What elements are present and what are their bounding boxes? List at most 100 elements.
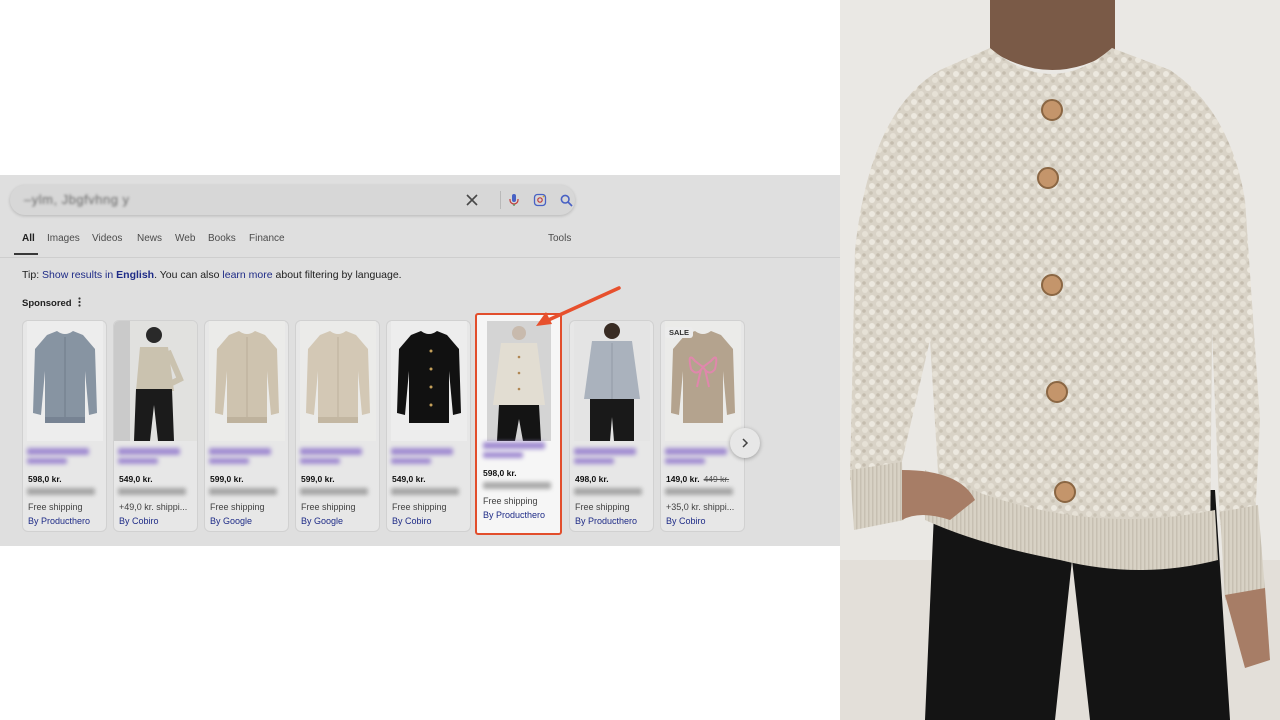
product-title-blurred — [574, 458, 614, 464]
product-card[interactable]: 599,0 kr. Free shipping By Google — [295, 320, 380, 532]
search-query[interactable]: –ylm, Jbgfvhng y — [24, 192, 130, 207]
product-card[interactable]: 549,0 kr. +49,0 kr. shippi... By Cobiro — [113, 320, 198, 532]
learn-more-link[interactable]: learn more — [222, 269, 272, 281]
chevron-right-icon — [742, 438, 749, 448]
product-image[interactable] — [209, 321, 285, 441]
original-price: 449 kr. — [703, 474, 730, 484]
annotation-arrow-icon — [536, 286, 621, 326]
product-provider[interactable]: By Cobiro — [119, 516, 159, 526]
product-title-blurred — [391, 448, 453, 455]
product-price: 598,0 kr. — [28, 474, 62, 484]
product-image[interactable] — [391, 321, 467, 441]
store-name-blurred — [665, 488, 733, 495]
product-title-blurred — [209, 448, 271, 455]
tab-finance[interactable]: Finance — [249, 233, 285, 244]
search-tabs: All Images Videos News Web Books Finance — [22, 233, 582, 255]
store-name-blurred — [27, 488, 95, 495]
product-title-blurred — [574, 448, 636, 455]
tip-middle: . You can also — [154, 269, 223, 281]
search-bar[interactable]: –ylm, Jbgfvhng y — [10, 185, 575, 215]
show-english-text[interactable]: Show results in — [42, 269, 116, 281]
search-divider — [500, 191, 501, 209]
store-name-blurred — [118, 488, 186, 495]
store-name-blurred — [209, 488, 277, 495]
product-title-blurred — [27, 458, 67, 464]
product-title-blurred — [665, 458, 705, 464]
store-name-blurred — [574, 488, 642, 495]
store-name-blurred — [483, 482, 551, 489]
product-price: 599,0 kr. — [301, 474, 335, 484]
product-price: 549,0 kr. — [119, 474, 153, 484]
product-provider[interactable]: By Cobiro — [392, 516, 432, 526]
product-title-blurred — [118, 458, 158, 464]
sponsored-text: Sponsored — [22, 298, 72, 309]
tabs-divider — [0, 257, 840, 258]
product-card[interactable]: 549,0 kr. Free shipping By Cobiro — [386, 320, 471, 532]
product-card[interactable]: SALE 149,0 kr. 449 kr. +35,0 kr. shippi..… — [660, 320, 745, 532]
product-price: 549,0 kr. — [392, 474, 426, 484]
tab-books[interactable]: Books — [208, 233, 236, 244]
tab-all[interactable]: All — [22, 233, 35, 244]
carousel-next-button[interactable] — [730, 428, 760, 458]
product-image[interactable] — [574, 321, 650, 441]
product-image[interactable] — [27, 321, 103, 441]
tab-web[interactable]: Web — [175, 233, 195, 244]
product-card-highlighted[interactable]: 598,0 kr. Free shipping By Producthero — [475, 313, 562, 535]
product-image[interactable] — [114, 321, 197, 441]
product-shipping: Free shipping — [392, 502, 447, 512]
product-provider[interactable]: By Producthero — [483, 510, 545, 520]
product-provider[interactable]: By Cobiro — [666, 516, 706, 526]
product-shipping: Free shipping — [483, 496, 538, 506]
product-image[interactable] — [487, 321, 551, 441]
tab-news[interactable]: News — [137, 233, 162, 244]
store-name-blurred — [300, 488, 368, 495]
product-provider[interactable]: By Google — [301, 516, 343, 526]
tip-prefix: Tip: — [22, 269, 43, 281]
language-tip: Tip: Show results in English. You can al… — [22, 269, 402, 281]
lens-icon[interactable] — [530, 190, 550, 210]
tip-suffix: about filtering by language. — [272, 269, 402, 281]
product-card[interactable]: 498,0 kr. Free shipping By Producthero — [569, 320, 654, 532]
product-shipping: Free shipping — [28, 502, 83, 512]
product-shipping: +35,0 kr. shippi... — [666, 502, 735, 512]
tools-button[interactable]: Tools — [548, 233, 571, 244]
more-options-icon[interactable] — [78, 297, 81, 310]
product-photo — [840, 0, 1280, 720]
active-tab-indicator — [14, 253, 38, 255]
product-title-blurred — [391, 458, 431, 464]
product-card[interactable]: 598,0 kr. Free shipping By Producthero — [22, 320, 107, 532]
product-shipping: Free shipping — [575, 502, 630, 512]
product-price: 498,0 kr. — [575, 474, 609, 484]
product-title-blurred — [118, 448, 180, 455]
clear-icon[interactable] — [462, 190, 482, 210]
google-search-panel: –ylm, Jbgfvhng y All Images Videos News … — [0, 175, 840, 546]
product-price: 149,0 kr. 449 kr. — [666, 474, 729, 484]
product-image[interactable] — [665, 321, 741, 441]
product-price: 599,0 kr. — [210, 474, 244, 484]
sale-price: 149,0 kr. — [666, 474, 700, 484]
product-provider[interactable]: By Producthero — [28, 516, 90, 526]
product-title-blurred — [27, 448, 89, 455]
product-shipping: +49,0 kr. shippi... — [119, 502, 188, 512]
sale-badge: SALE — [665, 327, 694, 338]
product-title-blurred — [300, 458, 340, 464]
tab-images[interactable]: Images — [47, 233, 80, 244]
english-text[interactable]: English — [116, 269, 154, 281]
product-title-blurred — [483, 452, 523, 458]
product-title-blurred — [665, 448, 727, 455]
show-english-link[interactable]: Show results in English — [42, 269, 154, 281]
product-shipping: Free shipping — [301, 502, 356, 512]
product-provider[interactable]: By Google — [210, 516, 252, 526]
product-price: 598,0 kr. — [483, 468, 517, 478]
microphone-icon[interactable] — [504, 190, 524, 210]
product-provider[interactable]: By Producthero — [575, 516, 637, 526]
product-shipping: Free shipping — [210, 502, 265, 512]
product-image[interactable] — [300, 321, 376, 441]
product-title-blurred — [209, 458, 249, 464]
sponsored-label: Sponsored — [22, 297, 81, 310]
product-title-blurred — [300, 448, 362, 455]
product-title-blurred — [483, 442, 545, 449]
search-icon[interactable] — [556, 190, 576, 210]
product-card[interactable]: 599,0 kr. Free shipping By Google — [204, 320, 289, 532]
tab-videos[interactable]: Videos — [92, 233, 122, 244]
